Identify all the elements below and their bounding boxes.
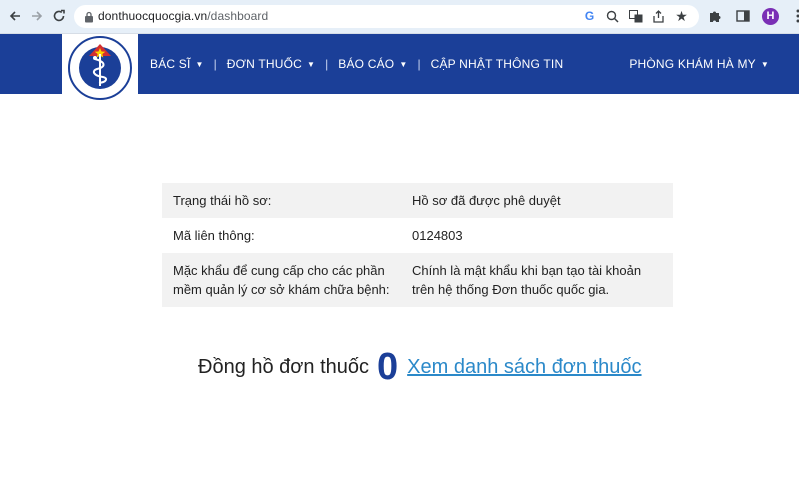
main-menu: BÁC SĨ ▼ | ĐƠN THUỐC ▼ | BÁO CÁO ▼ | CẬP NH… [150,34,563,94]
browser-menu-icon[interactable] [789,7,799,25]
address-url[interactable]: donthuocquocgia.vn/dashboard [98,9,268,23]
password-label: Mặc khẩu để cung cấp cho các phần mềm qu… [173,263,390,297]
menu-bao-cao-label: BÁO CÁO [338,57,395,71]
counter-value: 0 [377,345,399,388]
address-bar[interactable]: donthuocquocgia.vn/dashboard G ★ [74,5,699,28]
menu-bac-si[interactable]: BÁC SĨ ▼ [150,57,204,71]
clinic-name: PHÒNG KHÁM HÀ MY [629,57,756,71]
password-value: Chính là mật khẩu khi bạn tạo tài khoản … [412,263,642,297]
chevron-down-icon: ▼ [399,59,408,69]
zoom-icon[interactable] [605,8,620,24]
menu-cap-nhat-thong-tin[interactable]: CẬP NHẬT THÔNG TIN [431,57,564,71]
menu-don-thuoc-label: ĐƠN THUỐC [226,57,302,71]
side-panel-icon[interactable] [734,7,752,25]
menu-bao-cao[interactable]: BÁO CÁO ▼ [338,57,407,71]
table-row: Mặc khẩu để cung cấp cho các phần mềm qu… [162,253,673,307]
menu-separator: | [417,57,421,71]
profile-avatar[interactable]: H [762,7,779,25]
share-icon[interactable] [651,8,666,24]
forward-icon[interactable] [28,7,46,25]
prescription-counter: Đồng hồ đơn thuốc 0 Xem danh sách đơn th… [198,339,642,395]
menu-bac-si-label: BÁC SĨ [150,57,191,71]
lock-icon [84,10,94,23]
connection-code-label: Mã liên thông: [173,228,255,243]
counter-label: Đồng hồ đơn thuốc [198,355,370,378]
menu-separator: | [325,57,329,71]
browser-toolbar: donthuocquocgia.vn/dashboard G ★ H [0,0,799,34]
view-prescriptions-link[interactable]: Xem danh sách đơn thuốc [407,356,641,379]
translate-icon[interactable] [628,8,643,24]
clinic-account-menu[interactable]: PHÒNG KHÁM HÀ MY ▼ [629,34,769,94]
menu-cap-nhat-label: CẬP NHẬT THÔNG TIN [430,57,564,71]
connection-code-value: 0124803 [412,228,463,243]
status-label: Trạng thái hồ sơ: [173,193,272,208]
chevron-down-icon: ▼ [760,59,769,69]
ministry-of-health-logo[interactable] [62,34,138,104]
extensions-puzzle-icon[interactable] [706,7,724,25]
chevron-down-icon: ▼ [195,59,204,69]
back-icon[interactable] [6,7,24,25]
url-domain: donthuocquocgia.vn [98,9,208,23]
url-path: /dashboard [207,9,269,23]
profile-info-table: Trạng thái hồ sơ: Hồ sơ đã được phê duyệ… [162,183,673,307]
status-value: Hồ sơ đã được phê duyệt [412,193,561,208]
table-row: Trạng thái hồ sơ: Hồ sơ đã được phê duyệ… [162,183,673,218]
chevron-down-icon: ▼ [307,59,316,69]
reload-icon[interactable] [50,7,68,25]
bookmark-star-icon[interactable]: ★ [674,8,689,24]
menu-separator: | [213,57,217,71]
menu-don-thuoc[interactable]: ĐƠN THUỐC ▼ [227,57,315,71]
table-row: Mã liên thông: 0124803 [162,218,673,253]
google-icon[interactable]: G [582,8,597,24]
